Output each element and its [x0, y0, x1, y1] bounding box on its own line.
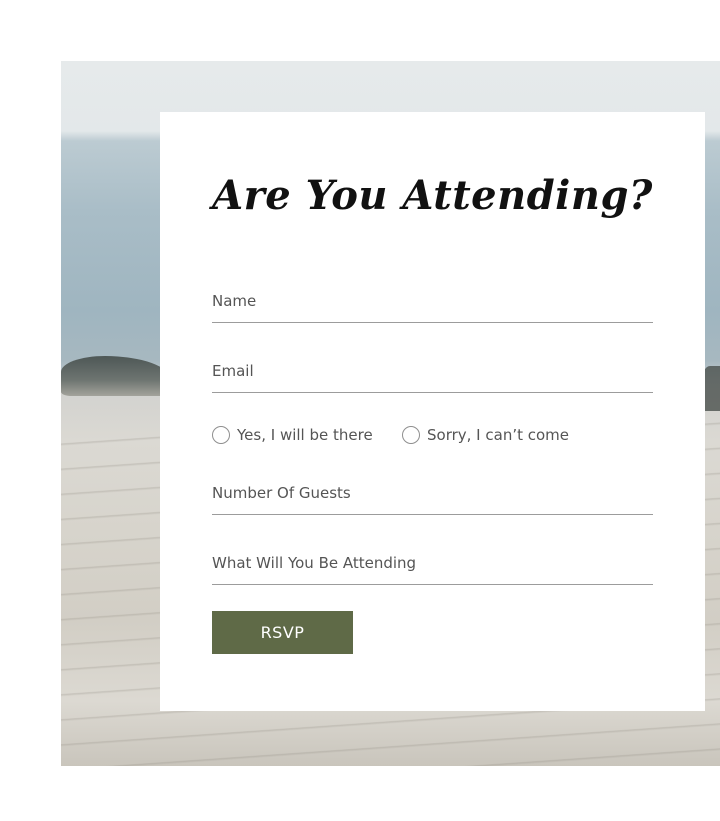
radio-no[interactable]: Sorry, I can’t come: [402, 424, 569, 446]
radio-yes-circle[interactable]: [212, 426, 230, 444]
radio-yes-label: Yes, I will be there: [237, 426, 373, 444]
attendance-radio-group: Yes, I will be there Sorry, I can’t come: [212, 424, 653, 446]
guests-placeholder: Number Of Guests: [212, 484, 351, 502]
name-placeholder: Name: [212, 292, 257, 310]
rsvp-form-card: Are You Attending? Name Email Yes, I wil…: [160, 112, 705, 711]
name-field[interactable]: Name: [212, 283, 653, 323]
email-field[interactable]: Email: [212, 353, 653, 393]
form-title: Are You Attending?: [212, 172, 653, 219]
rocks-shape: [61, 356, 171, 396]
attending-field[interactable]: What Will You Be Attending: [212, 545, 653, 585]
rsvp-button[interactable]: RSVP: [212, 611, 353, 654]
radio-no-circle[interactable]: [402, 426, 420, 444]
attending-placeholder: What Will You Be Attending: [212, 554, 417, 572]
radio-no-label: Sorry, I can’t come: [427, 426, 570, 444]
email-placeholder: Email: [212, 362, 254, 380]
radio-yes[interactable]: Yes, I will be there: [212, 424, 373, 446]
guests-field[interactable]: Number Of Guests: [212, 475, 653, 515]
